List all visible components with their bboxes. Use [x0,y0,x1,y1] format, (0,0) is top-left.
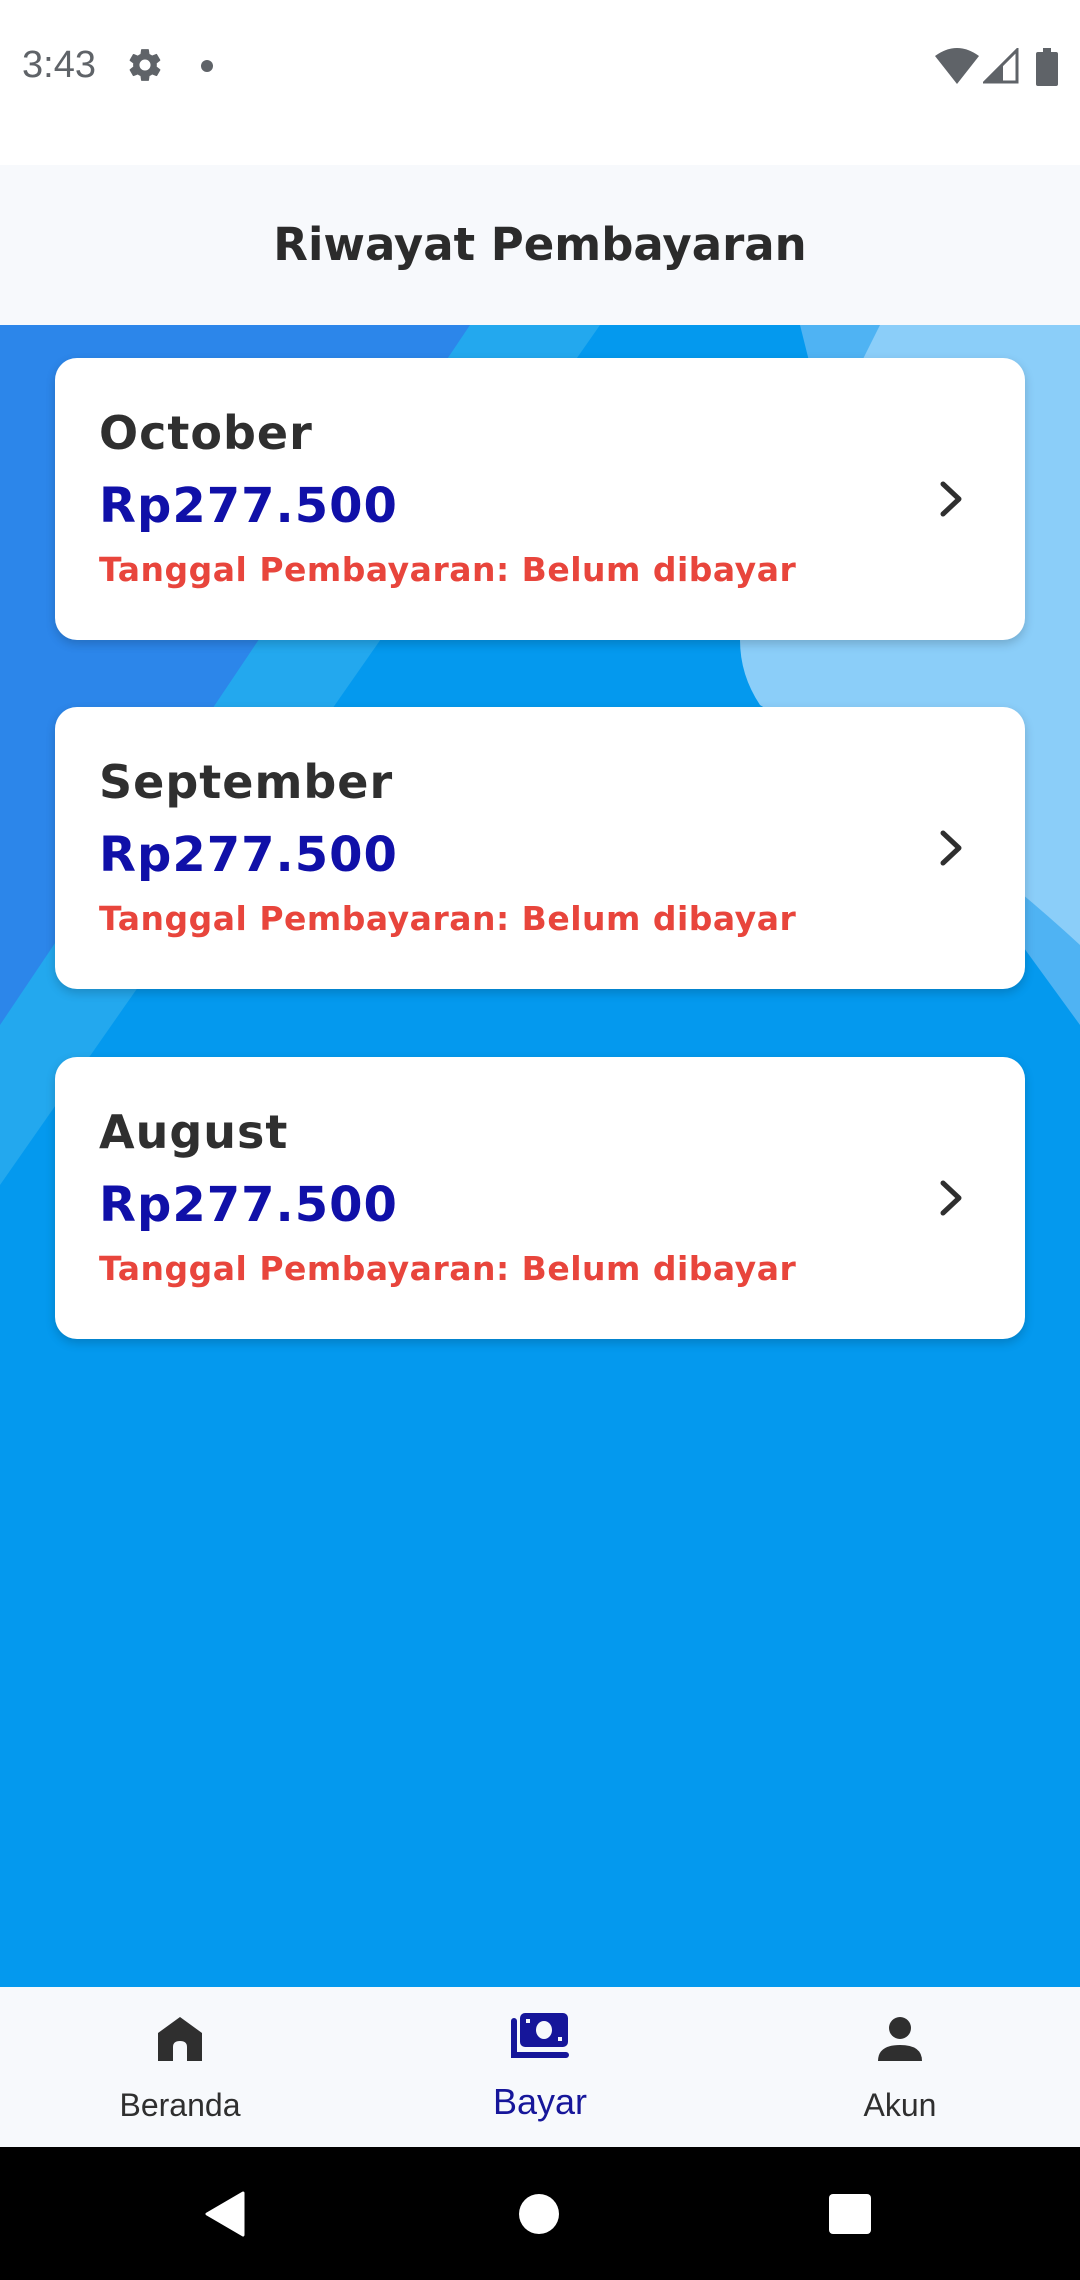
payment-history-list[interactable]: October Rp277.500 Tanggal Pembayaran: Be… [0,325,1080,1987]
chevron-right-icon [940,1180,962,1216]
chevron-right-icon [940,830,962,866]
payment-card-august[interactable]: August Rp277.500 Tanggal Pembayaran: Bel… [55,1057,1025,1339]
payment-month: October [99,406,313,460]
status-time: 3:43 [22,44,96,86]
payment-month: August [99,1105,289,1159]
page-title: Riwayat Pembayaran [273,218,807,271]
wifi-icon [935,48,979,84]
payment-date-status: Tanggal Pembayaran: Belum dibayar [99,1249,797,1288]
payment-card-october[interactable]: October Rp277.500 Tanggal Pembayaran: Be… [55,358,1025,640]
signal-icon [983,48,1019,84]
nav-item-akun[interactable]: Akun [720,1987,1080,2147]
home-circle-icon[interactable] [518,2193,560,2235]
payment-icon [511,2013,569,2058]
dot-icon [201,60,213,72]
system-navigation-bar [0,2147,1080,2280]
battery-icon [1036,48,1058,86]
bottom-navigation: Beranda Bayar Akun [0,1987,1080,2147]
payment-card-september[interactable]: September Rp277.500 Tanggal Pembayaran: … [55,707,1025,989]
back-icon[interactable] [203,2191,247,2237]
home-icon [158,2017,202,2061]
status-bar: 3:43 [0,0,1080,132]
payment-date-status: Tanggal Pembayaran: Belum dibayar [99,550,797,589]
person-icon [878,2017,922,2061]
nav-item-bayar[interactable]: Bayar [360,1987,720,2147]
payment-amount: Rp277.500 [99,827,398,883]
nav-label: Beranda [119,2087,241,2123]
payment-month: September [99,755,394,809]
chevron-right-icon [940,481,962,517]
gear-icon [129,49,161,81]
payment-date-status: Tanggal Pembayaran: Belum dibayar [99,899,797,938]
nav-item-beranda[interactable]: Beranda [0,1987,360,2147]
payment-amount: Rp277.500 [99,478,398,534]
nav-label: Bayar [492,2081,588,2122]
payment-amount: Rp277.500 [99,1177,398,1233]
app-bar: Riwayat Pembayaran [0,165,1080,325]
recents-icon[interactable] [829,2194,871,2234]
nav-label: Akun [863,2087,937,2123]
